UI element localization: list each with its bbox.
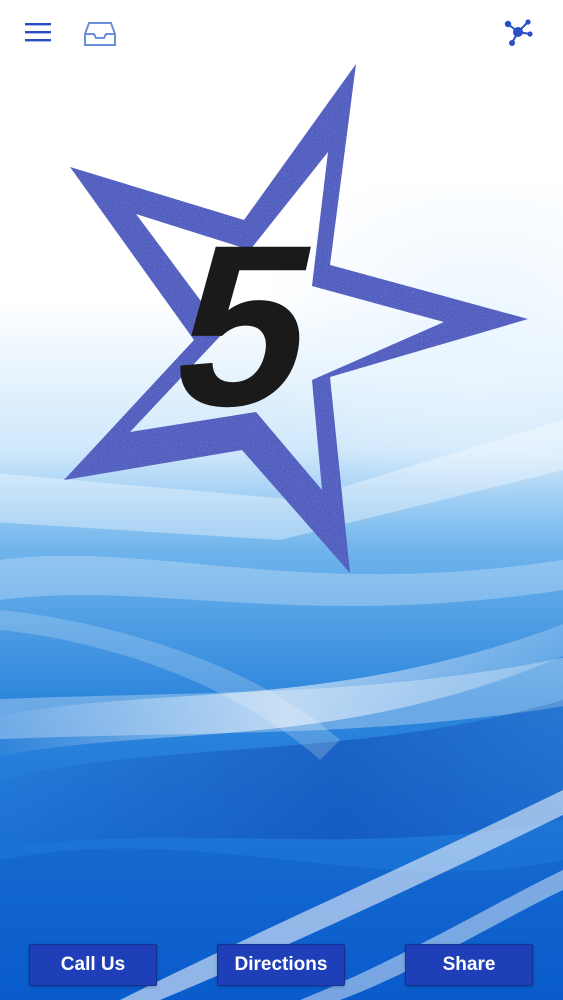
share-button[interactable]: Share [405,944,533,986]
hamburger-menu-icon[interactable] [18,12,58,52]
share-label: Share [442,954,496,975]
directions-button[interactable]: Directions [217,944,345,986]
five-star-logo: 5 [64,64,528,573]
call-us-button[interactable]: Call Us [29,944,157,986]
top-bar [0,0,563,64]
logo-digit-text: 5 [154,197,337,454]
directions-label: Directions [234,954,328,975]
logo-digit: 5 [154,197,337,454]
network-share-icon[interactable] [498,12,538,52]
inbox-tray-icon[interactable] [80,14,120,54]
bottom-action-bar: Call Us Directions Share [0,944,563,988]
call-us-label: Call Us [60,954,126,975]
